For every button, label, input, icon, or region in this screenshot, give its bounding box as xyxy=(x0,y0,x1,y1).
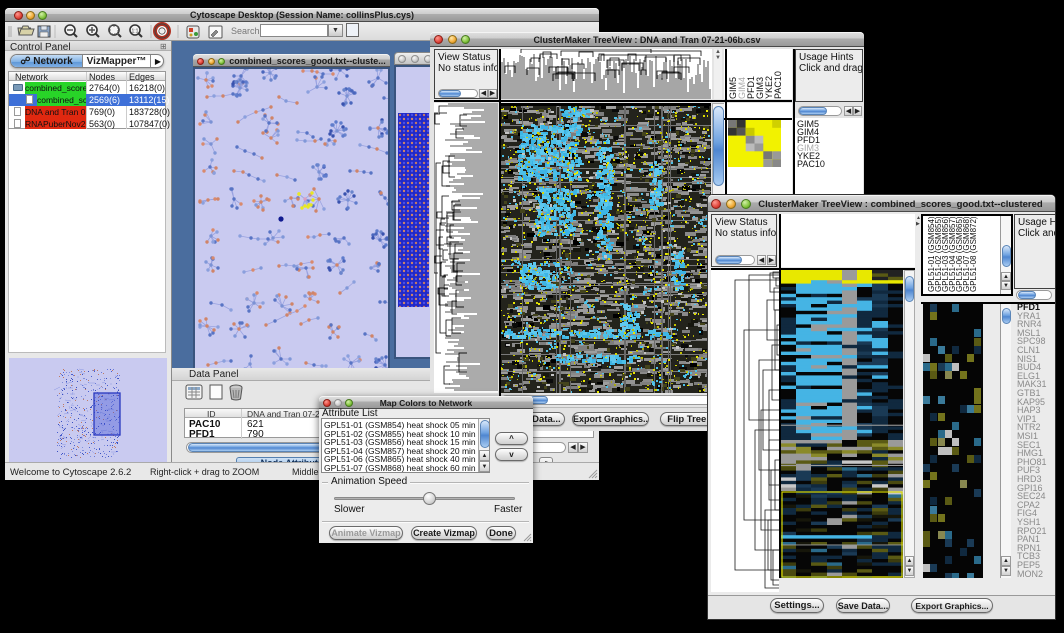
svg-text:1:1: 1:1 xyxy=(132,29,139,35)
